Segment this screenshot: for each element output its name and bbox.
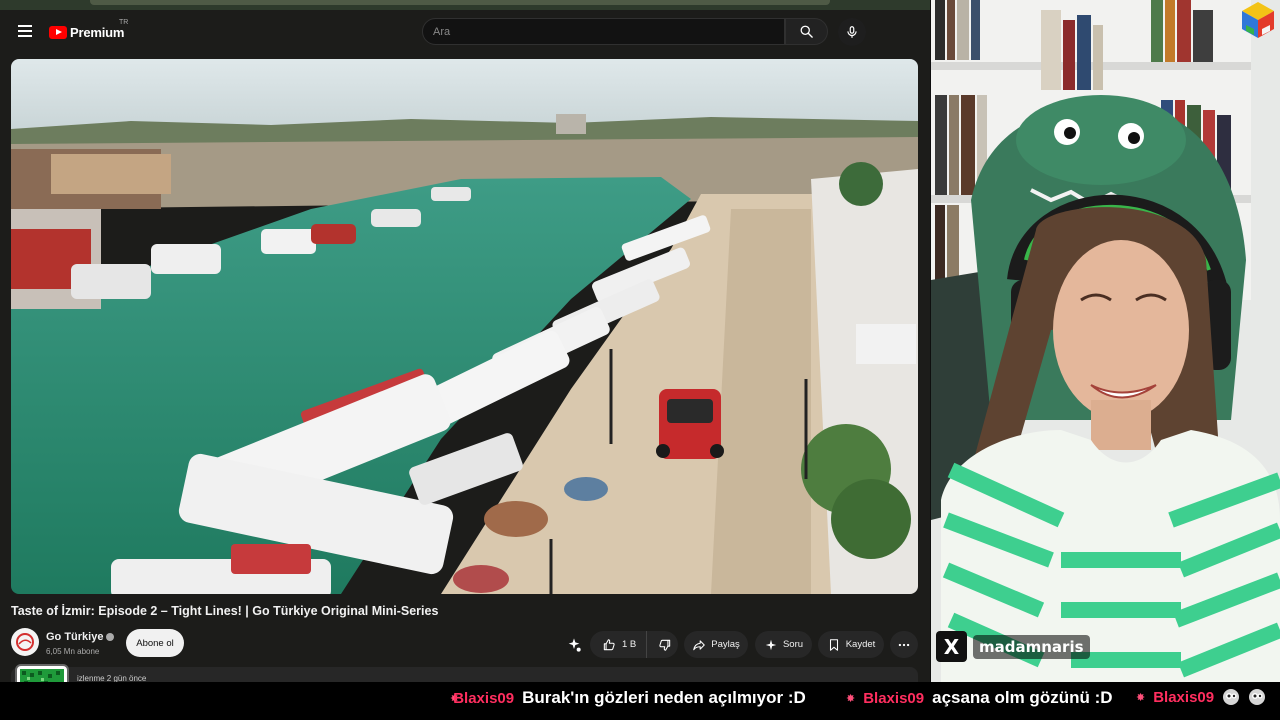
- chat-message: ✸ Blaxis09 Burak'ın gözleri neden açılmı…: [450, 688, 806, 708]
- mic-icon: [847, 26, 857, 38]
- like-button[interactable]: 1 B: [590, 631, 648, 658]
- video-player[interactable]: [11, 59, 918, 594]
- webcam-feed: [931, 0, 1280, 682]
- chat-username-partial: Blaxis09: [453, 689, 515, 707]
- emoji-icon: [1249, 689, 1266, 705]
- youtube-play-icon: [49, 25, 67, 39]
- sparkle-cluster-icon[interactable]: [566, 637, 582, 653]
- more-icon: [898, 643, 910, 646]
- chat-username: Blaxis09: [1153, 688, 1215, 706]
- search-icon: [800, 25, 813, 38]
- chat-message: ✸ Blaxis09 açsana olm gözünü :D: [846, 688, 1113, 708]
- search-input[interactable]: [423, 19, 784, 44]
- voice-search-button[interactable]: [838, 18, 866, 46]
- star-icon: ✸: [846, 692, 856, 705]
- sparkle-icon: [765, 639, 777, 650]
- chat-message-text: açsana olm gözünü :D: [932, 688, 1113, 707]
- like-dislike-group: 1 B: [590, 631, 678, 658]
- view-meta: izlenme 2 gün önce: [77, 674, 147, 682]
- search-box: [422, 18, 785, 45]
- emoji-icon: [1223, 689, 1240, 705]
- social-handle-badge: X madamnaris: [936, 631, 1090, 662]
- subscriber-count: 6,05 Mn abone: [46, 647, 100, 656]
- chat-ticker: ✸ Blaxis09 Burak'ın gözleri neden açılmı…: [0, 682, 1280, 720]
- search-button[interactable]: [785, 18, 828, 45]
- thumb-down-icon: [659, 639, 671, 651]
- channel-name[interactable]: Go Türkiye: [46, 631, 115, 643]
- more-actions-button[interactable]: [890, 631, 918, 658]
- video-frame: [11, 59, 918, 594]
- x-handle: madamnaris: [973, 634, 1090, 659]
- x-logo-text: X: [943, 634, 960, 659]
- channel-avatar[interactable]: [11, 628, 39, 656]
- chat-username: Blaxis09: [863, 689, 925, 707]
- youtube-logo[interactable]: Premium TR: [49, 19, 128, 42]
- ask-label: Soru: [782, 639, 804, 650]
- go-turkiye-logo-icon: [16, 633, 34, 651]
- chat-message: ✸ Blaxis09: [1136, 688, 1266, 706]
- video-title: Taste of İzmir: Episode 2 – Tight Lines!…: [11, 604, 439, 618]
- youtube-window: Premium TR Ara Taste of İzmir: Episode 2…: [0, 0, 930, 682]
- share-button[interactable]: Paylaş: [684, 631, 748, 658]
- channel-name-text[interactable]: Go Türkiye: [46, 631, 103, 643]
- chat-message-text: Burak'ın gözleri neden açılmıyor :D: [522, 688, 806, 707]
- masthead: Premium TR: [0, 10, 930, 54]
- save-label: Kaydet: [845, 639, 876, 650]
- bookmark-icon: [829, 638, 838, 651]
- save-button[interactable]: Kaydet: [818, 631, 884, 658]
- share-icon: [693, 639, 706, 650]
- x-logo-icon: X: [936, 631, 967, 662]
- like-count: 1 B: [622, 639, 637, 650]
- rubiks-cube-icon: [1242, 2, 1274, 38]
- thumb-up-icon: [603, 638, 615, 650]
- logo-text: Premium: [70, 24, 125, 40]
- description-box[interactable]: izlenme 2 gün önce: [11, 667, 918, 682]
- subscribe-button[interactable]: Abone ol: [126, 629, 184, 657]
- menu-icon[interactable]: [14, 22, 36, 42]
- webcam-image: [931, 0, 1280, 682]
- dislike-button[interactable]: [652, 631, 678, 658]
- browser-top-strip: [0, 0, 930, 10]
- verified-icon: [106, 633, 115, 642]
- screen: Premium TR Ara Taste of İzmir: Episode 2…: [0, 0, 1280, 720]
- logo-region: TR: [119, 19, 129, 26]
- share-label: Paylaş: [711, 639, 740, 650]
- star-icon: ✸: [1136, 691, 1146, 704]
- ask-button[interactable]: Soru: [755, 631, 812, 658]
